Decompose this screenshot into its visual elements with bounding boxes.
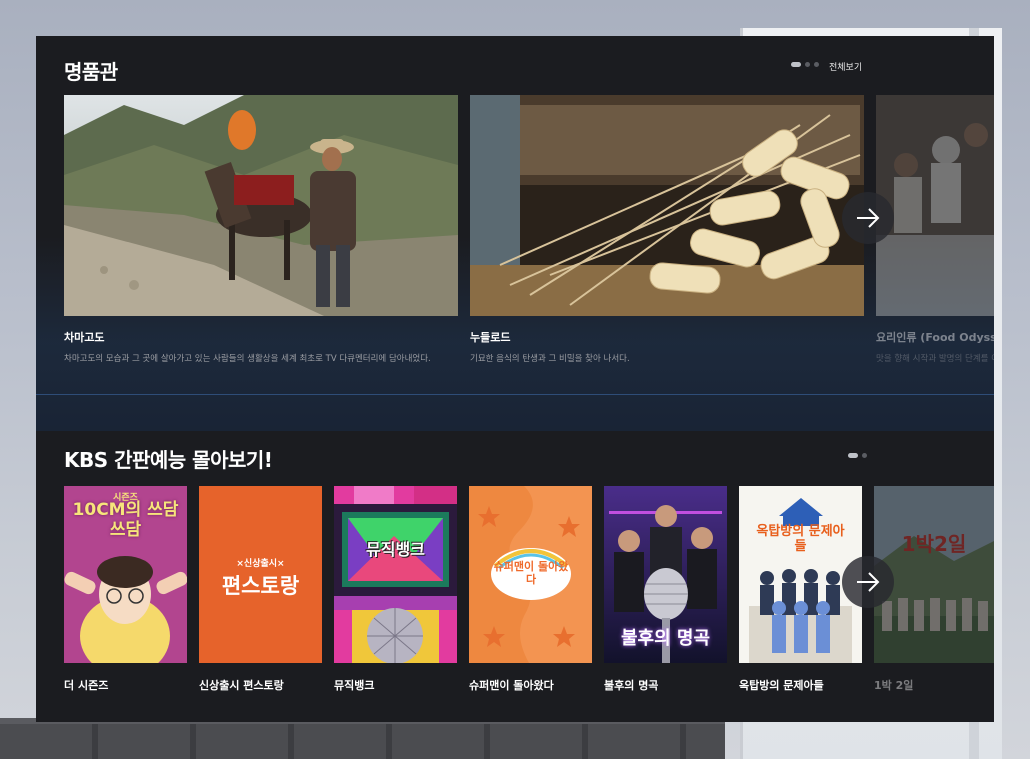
card-title: 불후의 명곡 <box>604 679 659 692</box>
variety-next-button[interactable] <box>842 556 894 608</box>
poster-thumbnail: 시즌즈 10CM의 쓰담쓰담 <box>64 486 187 663</box>
view-all-link[interactable]: 전체보기 <box>829 60 862 73</box>
card-title: 슈퍼맨이 돌아왔다 <box>469 679 554 692</box>
card-title: 옥탑방의 문제아들 <box>739 679 824 692</box>
premium-card-noodle-road[interactable]: 누들로드 기묘한 음식의 탄생과 그 비밀을 찾아 나서다. <box>470 95 864 375</box>
card-title: 신상출시 편스토랑 <box>199 679 284 692</box>
card-title: 누들로드 <box>470 331 511 344</box>
premium-card-chamagodo[interactable]: 차마고도 차마고도의 모습과 그 곳에 살아가고 있는 사람들의 생활상을 세계… <box>64 95 458 375</box>
premium-pagination <box>791 62 819 67</box>
variety-pagination <box>848 453 867 458</box>
card-title: 뮤직뱅크 <box>334 679 375 692</box>
card-title: 더 시즌즈 <box>64 679 109 692</box>
premium-card-food-odyssey[interactable]: 요리인류 (Food Odyssey) 맛을 향해 시작과 발명의 단계를 이 <box>876 95 994 375</box>
page-dot[interactable] <box>805 62 810 67</box>
page-dot-active[interactable] <box>791 62 801 67</box>
page-dot-active[interactable] <box>848 453 858 458</box>
card-title: 1박 2일 <box>874 679 914 692</box>
variety-card-music-bank[interactable]: 뮤직뱅크 뮤직뱅크 <box>334 486 457 698</box>
card-description: 맛을 향해 시작과 발명의 단계를 이 <box>876 354 994 364</box>
card-description: 기묘한 음식의 탄생과 그 비밀을 찾아 나서다. <box>470 354 630 364</box>
card-title: 차마고도 <box>64 331 105 344</box>
card-description: 차마고도의 모습과 그 곳에 살아가고 있는 사람들의 생활상을 세계 최초로 … <box>64 354 431 364</box>
variety-card-immortal-songs[interactable]: 불후의 명곡 불후의 명곡 <box>604 486 727 698</box>
tv-screen: 명품관 전체보기 차마고도 차마고도의 모습과 그 곳에 살아가고 있는 사람들… <box>36 36 994 722</box>
arrow-right-icon <box>857 208 880 228</box>
variety-card-pyeonstorang[interactable]: ×신상출시× 편스토랑 신상출시 편스토랑 <box>199 486 322 698</box>
poster-thumbnail: 불후의 명곡 <box>604 486 727 663</box>
page-dot[interactable] <box>862 453 867 458</box>
poster-thumbnail: ×신상출시× 편스토랑 <box>199 486 322 663</box>
page-dot[interactable] <box>814 62 819 67</box>
variety-card-superman[interactable]: 슈퍼맨이 돌아왔다 슈퍼맨이 돌아왔다 <box>469 486 592 698</box>
premium-section-title: 명품관 <box>64 60 118 84</box>
premium-thumbnail <box>64 95 458 316</box>
premium-thumbnail <box>876 95 994 316</box>
section-divider <box>36 394 994 395</box>
card-title: 요리인류 (Food Odyssey) <box>876 331 994 344</box>
arrow-right-icon <box>857 572 880 592</box>
poster-thumbnail: 슈퍼맨이 돌아왔다 <box>469 486 592 663</box>
premium-next-button[interactable] <box>842 192 894 244</box>
poster-thumbnail: 뮤직뱅크 <box>334 486 457 663</box>
background-sofa <box>0 724 725 759</box>
premium-thumbnail <box>470 95 864 316</box>
variety-section-title: KBS 간판예능 몰아보기! <box>64 448 273 472</box>
variety-card-the-seasons[interactable]: 시즌즈 10CM의 쓰담쓰담 더 시즌즈 <box>64 486 187 698</box>
